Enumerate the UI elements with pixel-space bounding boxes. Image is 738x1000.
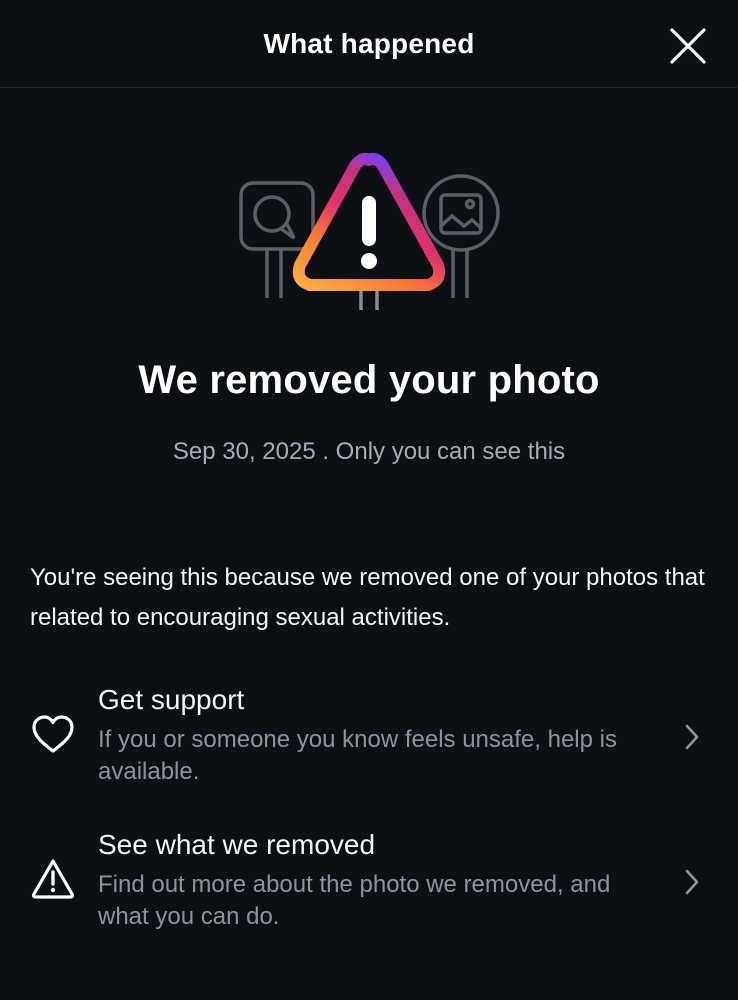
close-button[interactable] bbox=[666, 24, 710, 68]
removal-notice-screen: What happened We removed your photo Sep … bbox=[0, 0, 738, 1000]
date-visibility-text: Sep 30, 2025 . Only you can see this bbox=[172, 438, 566, 465]
warning-illustration bbox=[236, 150, 504, 315]
chevron-right-icon bbox=[685, 869, 699, 895]
chevron-right-icon bbox=[685, 724, 699, 750]
warning-triangle-icon bbox=[31, 859, 75, 899]
page-title: We removed your photo bbox=[138, 358, 600, 402]
close-icon bbox=[670, 28, 706, 64]
header-bar: What happened bbox=[0, 0, 738, 88]
see-what-we-removed-description: Find out more about the photo we removed… bbox=[98, 871, 611, 930]
explanation-text: You're seeing this because we removed on… bbox=[30, 564, 705, 631]
see-what-we-removed-row[interactable]: See what we removed Find out more about … bbox=[0, 829, 738, 939]
get-support-title: Get support bbox=[98, 684, 245, 715]
see-what-we-removed-title: See what we removed bbox=[98, 829, 376, 860]
get-support-description: If you or someone you know feels unsafe,… bbox=[98, 726, 617, 785]
header-title: What happened bbox=[263, 28, 475, 59]
get-support-row[interactable]: Get support If you or someone you know f… bbox=[0, 684, 738, 794]
warning-triangle bbox=[292, 152, 446, 291]
heart-icon bbox=[32, 715, 74, 753]
